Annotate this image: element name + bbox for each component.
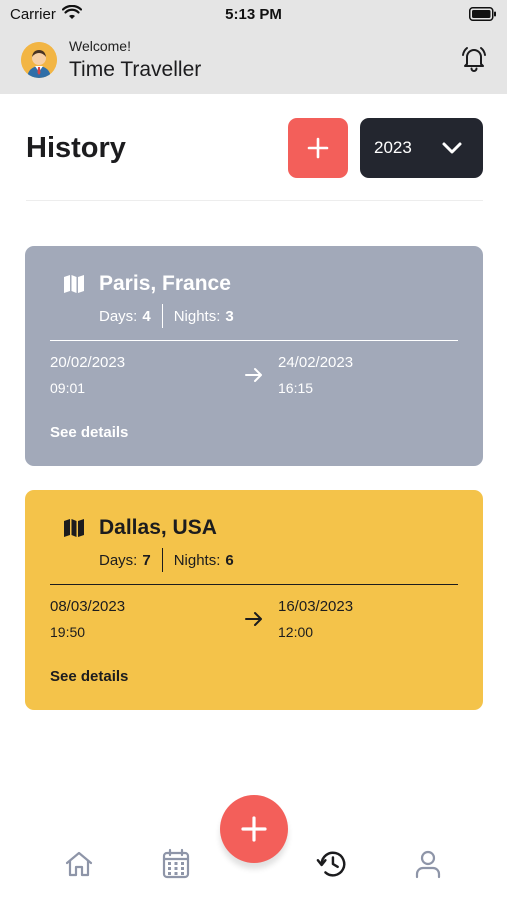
card-divider	[50, 584, 458, 585]
arrow-right-icon	[245, 612, 262, 626]
trip-duration: Days: 4 Nights: 3	[99, 304, 234, 328]
history-icon	[316, 851, 346, 877]
page-title: History	[26, 132, 126, 164]
start-date: 20/02/2023	[50, 354, 126, 371]
start-time: 09:01	[50, 380, 86, 396]
map-icon	[64, 519, 84, 537]
duration-separator	[161, 548, 163, 572]
nights-value: 6	[225, 551, 234, 569]
user-avatar-icon	[21, 42, 57, 78]
end-time: 16:15	[278, 380, 314, 396]
year-select[interactable]: 2023	[360, 118, 483, 178]
card-divider	[50, 340, 458, 341]
title-row: History 2023	[0, 118, 507, 178]
calendar-icon	[162, 848, 190, 879]
see-details-link[interactable]: See details	[50, 424, 128, 441]
tab-profile[interactable]	[412, 848, 444, 880]
divider	[26, 200, 483, 201]
trip-card[interactable]: Dallas, USA Days: 7 Nights: 6 08/03/2023…	[25, 490, 483, 710]
nights-label: Nights:	[173, 307, 221, 325]
clock: 5:13 PM	[225, 6, 282, 23]
days-label: Days:	[99, 307, 138, 325]
status-bar: Carrier 5:13 PM	[0, 0, 507, 30]
duration-separator	[161, 304, 163, 328]
tab-calendar[interactable]	[160, 848, 192, 880]
arrow-right-icon	[245, 368, 262, 382]
start-time: 19:50	[50, 624, 86, 640]
avatar[interactable]	[21, 42, 57, 78]
add-trip-fab[interactable]	[220, 795, 288, 863]
battery-icon	[469, 7, 496, 21]
start-date: 08/03/2023	[50, 598, 126, 615]
days-label: Days:	[99, 551, 138, 569]
welcome-text: Welcome!	[69, 38, 131, 54]
username: Time Traveller	[69, 58, 202, 81]
plus-icon	[241, 816, 267, 842]
tab-history[interactable]	[316, 848, 348, 880]
trip-destination: Paris, France	[99, 272, 231, 295]
days-value: 4	[142, 307, 151, 325]
end-date: 16/03/2023	[278, 598, 354, 615]
year-value: 2023	[374, 138, 412, 157]
map-icon	[64, 275, 84, 293]
tab-bar	[0, 795, 507, 900]
plus-icon	[307, 137, 329, 159]
home-icon	[65, 851, 93, 877]
trip-card[interactable]: Paris, France Days: 4 Nights: 3 20/02/20…	[25, 246, 483, 466]
chevron-down-icon	[442, 142, 462, 154]
tab-home[interactable]	[63, 848, 95, 880]
nights-value: 3	[225, 307, 234, 325]
see-details-link[interactable]: See details	[50, 668, 128, 685]
add-trip-button[interactable]	[288, 118, 348, 178]
nights-label: Nights:	[173, 551, 221, 569]
days-value: 7	[142, 551, 151, 569]
user-icon	[415, 850, 441, 879]
trip-destination: Dallas, USA	[99, 516, 217, 539]
end-date: 24/02/2023	[278, 354, 354, 371]
trip-duration: Days: 7 Nights: 6	[99, 548, 234, 572]
end-time: 12:00	[278, 624, 314, 640]
app-header: Welcome! Time Traveller	[0, 30, 507, 94]
bell-icon[interactable]	[461, 45, 487, 73]
